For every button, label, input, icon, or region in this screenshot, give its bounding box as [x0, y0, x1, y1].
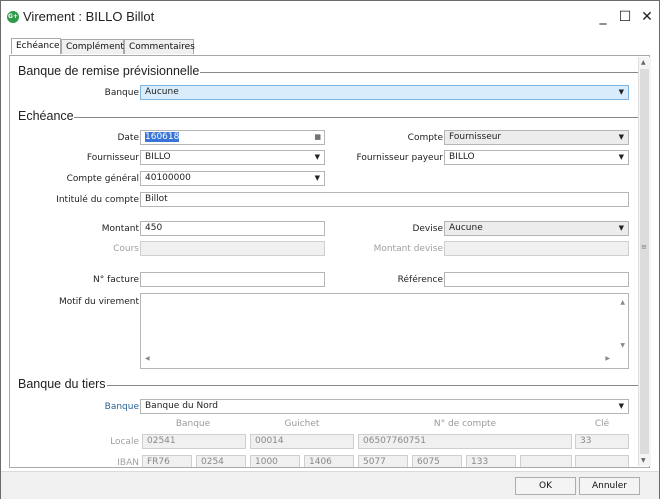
scroll-down-icon[interactable]: ▼ [641, 457, 646, 464]
locale-guichet-field: 00014 [250, 434, 354, 449]
fournisseur-payeur-combo[interactable]: BILLO ▼ [444, 150, 629, 165]
banque-tiers-combo[interactable]: Banque du Nord ▼ [140, 399, 629, 414]
app-logo-icon: G+ [7, 11, 19, 23]
cancel-button[interactable]: Annuler [579, 477, 640, 495]
tab-complement[interactable]: Complément [61, 39, 124, 54]
banque-remise-combo[interactable]: Aucune ▼ [140, 85, 629, 100]
header-banque: Banque [175, 419, 211, 429]
iban-part: FR76 [142, 455, 192, 467]
fournisseur-payeur-label: Fournisseur payeur [356, 153, 444, 163]
button-bar: OK Annuler [1, 471, 659, 499]
chevron-down-icon[interactable]: ▼ [619, 222, 624, 235]
iban-part [520, 455, 572, 467]
section-divider [74, 117, 640, 118]
locale-banque-field: 02541 [142, 434, 246, 449]
header-guichet: Guichet [284, 419, 320, 429]
section-echeance: Echéance [18, 109, 74, 123]
intitule-input[interactable]: Billot [140, 192, 629, 207]
devise-combo[interactable]: Aucune ▼ [444, 221, 629, 236]
motif-label: Motif du virement [58, 297, 139, 307]
grip-icon: ≡ [641, 243, 647, 251]
maximize-icon[interactable]: ☐ [615, 7, 635, 27]
compte-general-label: Compte général [66, 174, 139, 184]
compte-general-value: 40100000 [145, 173, 191, 183]
fournisseur-payeur-value: BILLO [449, 152, 475, 162]
date-value: 160618 [145, 132, 180, 142]
chevron-down-icon[interactable]: ▼ [315, 151, 320, 164]
facture-input[interactable] [140, 272, 325, 287]
iban-part: 5077 [358, 455, 408, 467]
iban-label: IBAN [117, 458, 139, 468]
locale-label: Locale [110, 437, 139, 447]
tab-commentaires[interactable]: Commentaires [124, 39, 195, 54]
iban-part [575, 455, 629, 467]
tab-panel: Banque de remise prévisionnelle Banque A… [9, 55, 650, 468]
section-divider [107, 385, 640, 386]
compte-value: Fournisseur [449, 132, 502, 142]
fournisseur-combo[interactable]: BILLO ▼ [140, 150, 325, 165]
chevron-down-icon[interactable]: ▼ [619, 400, 624, 413]
ok-button[interactable]: OK [515, 477, 576, 495]
scroll-right-icon[interactable]: ▶ [605, 352, 610, 365]
cours-label: Cours [113, 244, 139, 254]
section-banque-remise: Banque de remise prévisionnelle [18, 64, 200, 78]
locale-compte-field: 06507760751 [358, 434, 572, 449]
tab-echeance[interactable]: Echéance [11, 38, 61, 54]
section-banque-tiers: Banque du tiers [18, 377, 106, 391]
cours-input [140, 241, 325, 256]
intitule-label: Intitulé du compte [56, 195, 139, 205]
iban-part: 1000 [250, 455, 300, 467]
chevron-down-icon[interactable]: ▼ [619, 86, 624, 99]
locale-cle-field: 33 [575, 434, 629, 449]
scroll-thumb[interactable] [640, 69, 649, 454]
scroll-up-icon[interactable]: ▲ [641, 59, 646, 66]
section-divider [200, 72, 640, 73]
scroll-down-icon[interactable]: ▼ [620, 339, 625, 352]
montant-devise-label: Montant devise [373, 244, 443, 254]
header-compte: N° de compte [433, 419, 497, 429]
minimize-icon[interactable]: _ [593, 7, 613, 27]
date-label: Date [117, 133, 139, 143]
compte-general-combo[interactable]: 40100000 ▼ [140, 171, 325, 186]
reference-label: Référence [397, 275, 443, 285]
dialog-window: G+ Virement : BILLO Billot _ ☐ ✕ Echéanc… [0, 0, 660, 499]
chevron-down-icon[interactable]: ▼ [315, 172, 320, 185]
chevron-down-icon[interactable]: ▼ [619, 151, 624, 164]
montant-devise-input [444, 241, 629, 256]
montant-input[interactable]: 450 [140, 221, 325, 236]
banque-tiers-value: Banque du Nord [145, 401, 218, 411]
vertical-scrollbar[interactable]: ▲ ≡ ▼ [638, 57, 651, 466]
banque-tiers-label: Banque [104, 402, 139, 412]
compte-combo[interactable]: Fournisseur ▼ [444, 130, 629, 145]
facture-label: N° facture [93, 275, 139, 285]
motif-textarea[interactable]: ▲ ▼ ◀ ▶ [140, 293, 629, 369]
iban-part: 1406 [304, 455, 354, 467]
date-input[interactable]: 160618 ▦ [140, 130, 325, 145]
devise-value: Aucune [449, 223, 483, 233]
calendar-icon[interactable]: ▦ [314, 131, 321, 144]
banque-remise-value: Aucune [145, 87, 179, 97]
header-cle: Clé [594, 419, 610, 429]
iban-part: 0254 [196, 455, 246, 467]
close-icon[interactable]: ✕ [637, 7, 657, 27]
compte-label: Compte [407, 133, 443, 143]
banque-remise-label: Banque [104, 88, 139, 98]
fournisseur-value: BILLO [145, 152, 171, 162]
chevron-down-icon[interactable]: ▼ [619, 131, 624, 144]
scroll-up-icon[interactable]: ▲ [620, 296, 625, 309]
window-title: Virement : BILLO Billot [23, 9, 155, 24]
fournisseur-label: Fournisseur [86, 153, 139, 163]
montant-label: Montant [101, 224, 139, 234]
iban-part: 6075 [412, 455, 462, 467]
scroll-left-icon[interactable]: ◀ [145, 352, 150, 365]
title-bar[interactable]: G+ Virement : BILLO Billot _ ☐ ✕ [1, 1, 659, 32]
iban-part: 133 [466, 455, 516, 467]
reference-input[interactable] [444, 272, 629, 287]
devise-label: Devise [412, 224, 443, 234]
